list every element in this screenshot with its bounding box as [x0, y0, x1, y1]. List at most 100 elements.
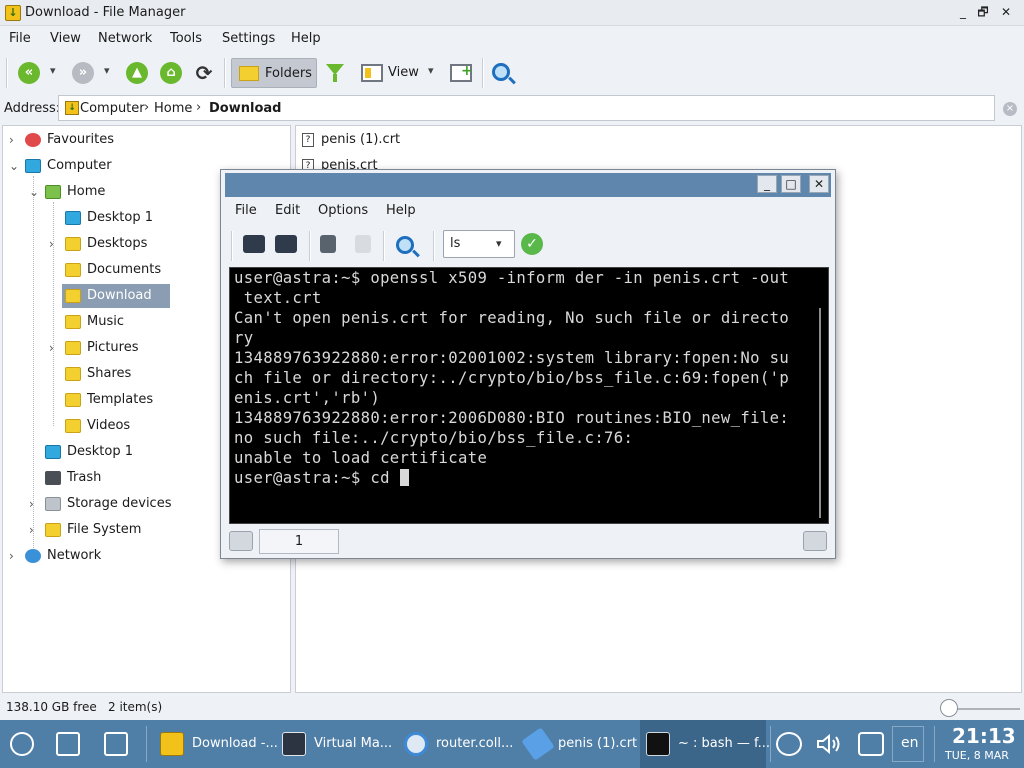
- paste-icon[interactable]: [355, 235, 371, 253]
- terminal-line: text.crt: [234, 289, 322, 307]
- home-folder-icon: [45, 185, 61, 199]
- terminal-line: user@astra:~$ openssl x509 -inform der -…: [234, 269, 790, 287]
- menu-tools[interactable]: Tools: [170, 31, 202, 46]
- close-tab-icon[interactable]: [275, 235, 297, 253]
- address-input[interactable]: ↓ Computer › Home › Download: [58, 95, 995, 121]
- new-tab-icon[interactable]: [243, 235, 265, 253]
- file-manager-app-icon: ↓: [5, 5, 21, 21]
- forward-history-chevron-icon[interactable]: ▾: [104, 64, 110, 77]
- clock-time[interactable]: 21:13: [952, 724, 1016, 748]
- toolbar-separator: [224, 58, 226, 88]
- download-folder-icon: [160, 732, 184, 756]
- documents-folder-icon: [65, 263, 81, 277]
- browser-icon: [404, 732, 428, 756]
- command-select[interactable]: ls ▾: [443, 230, 515, 258]
- terminal-menu-help[interactable]: Help: [386, 203, 416, 218]
- menu-view[interactable]: View: [50, 31, 81, 46]
- screenshot-button[interactable]: [98, 720, 138, 768]
- run-command-icon[interactable]: ✓: [521, 233, 543, 255]
- status-bar: 138.10 GB free 2 item(s): [0, 697, 1024, 719]
- heart-icon: [25, 133, 41, 147]
- search-icon[interactable]: [492, 63, 510, 81]
- show-desktop-button[interactable]: [50, 720, 90, 768]
- clear-address-icon[interactable]: ×: [1003, 102, 1017, 116]
- terminal-line: enis.crt','rb'): [234, 389, 381, 407]
- close-button[interactable]: ✕: [996, 3, 1016, 21]
- toolbar-separator: [231, 231, 233, 261]
- music-folder-icon: [65, 315, 81, 329]
- usb-icon[interactable]: [776, 732, 802, 756]
- item-count: 2 item(s): [108, 700, 163, 714]
- home-icon[interactable]: ⌂: [160, 62, 182, 84]
- terminal-minimize-button[interactable]: _: [757, 175, 777, 193]
- breadcrumb-home[interactable]: Home: [154, 101, 192, 116]
- menu-file[interactable]: File: [9, 31, 31, 46]
- download-folder-icon: [65, 289, 81, 303]
- terminal-screen[interactable]: user@astra:~$ openssl x509 -inform der -…: [229, 267, 829, 524]
- desktop-icon: [45, 445, 61, 459]
- terminal-tab[interactable]: 1: [259, 529, 339, 554]
- task-certificate[interactable]: penis (1).crt: [518, 720, 637, 768]
- terminal-menu-edit[interactable]: Edit: [275, 203, 300, 218]
- task-browser[interactable]: router.coll...: [396, 720, 514, 768]
- maximize-button[interactable]: 🗗: [973, 3, 993, 21]
- shares-folder-icon: [65, 367, 81, 381]
- toolbar-separator: [482, 58, 484, 88]
- certificate-icon: [521, 727, 555, 761]
- find-icon[interactable]: [396, 236, 414, 254]
- task-file-manager[interactable]: Download -...: [152, 720, 278, 768]
- view-chevron-down-icon[interactable]: ▾: [428, 64, 434, 77]
- keyboard-layout-button[interactable]: en: [892, 726, 924, 762]
- terminal-menu-file[interactable]: File: [235, 203, 257, 218]
- tree-item-download[interactable]: Download: [62, 284, 170, 308]
- back-icon[interactable]: «: [18, 62, 40, 84]
- terminal-close-button[interactable]: ✕: [809, 175, 829, 193]
- new-panel-icon[interactable]: [450, 63, 473, 82]
- tree-item-favourites[interactable]: › Favourites: [3, 128, 289, 152]
- task-terminal[interactable]: ~ : bash — f...: [640, 720, 770, 768]
- menu-network[interactable]: Network: [98, 31, 152, 46]
- terminal-title-bar[interactable]: _ □ ✕: [225, 173, 831, 197]
- windows-icon: [56, 732, 80, 756]
- zoom-slider-handle[interactable]: [940, 699, 958, 717]
- clock-date[interactable]: TUE, 8 MAR: [945, 749, 1009, 762]
- task-virtual-machine[interactable]: Virtual Ma...: [274, 720, 392, 768]
- volume-icon[interactable]: [816, 732, 842, 756]
- view-button-label[interactable]: View: [388, 65, 419, 80]
- close-session-icon[interactable]: [803, 531, 827, 551]
- breadcrumb-separator-icon: ›: [144, 100, 150, 115]
- menu-settings[interactable]: Settings: [222, 31, 275, 46]
- storage-icon: [45, 497, 61, 511]
- toolbar: « ▾ » ▾ ▲ ⌂ ⟳ Folders View ▾: [0, 54, 1024, 92]
- file-item[interactable]: ? penis (1).crt: [300, 129, 500, 151]
- minimize-button[interactable]: _: [953, 3, 973, 21]
- menu-help[interactable]: Help: [291, 31, 321, 46]
- terminal-line: unable to load certificate: [234, 449, 488, 467]
- breadcrumb-download[interactable]: Download: [209, 101, 281, 116]
- title-bar: ↓ Download - File Manager _ 🗗 ✕: [0, 0, 1024, 26]
- terminal-maximize-button[interactable]: □: [781, 175, 801, 193]
- start-menu-button[interactable]: [4, 720, 44, 768]
- view-mode-icon[interactable]: [361, 64, 383, 82]
- copy-icon[interactable]: [320, 235, 336, 253]
- breadcrumb-computer[interactable]: Computer: [80, 101, 145, 116]
- terminal-menu-options[interactable]: Options: [318, 203, 368, 218]
- terminal-scrollbar[interactable]: [819, 308, 821, 518]
- unknown-file-icon: ?: [302, 133, 314, 147]
- command-select-value: ls: [450, 236, 461, 251]
- taskbar-divider: [934, 726, 935, 762]
- terminal-line: Can't open penis.crt for reading, No suc…: [234, 309, 790, 327]
- back-history-chevron-icon[interactable]: ▾: [50, 64, 56, 77]
- terminal-line: 134889763922880:error:02001002:system li…: [234, 349, 790, 367]
- desktop-icon: [65, 211, 81, 225]
- new-session-icon[interactable]: [229, 531, 253, 551]
- up-icon[interactable]: ▲: [126, 62, 148, 84]
- taskbar-divider: [770, 726, 771, 762]
- reload-icon[interactable]: ⟳: [193, 62, 215, 84]
- folders-button[interactable]: Folders: [231, 58, 317, 88]
- terminal-line: no such file:../crypto/bio/bss_file.c:76…: [234, 429, 634, 447]
- keyboard-layout-label: en: [901, 735, 919, 751]
- trash-icon: [45, 471, 61, 485]
- network-monitor-icon[interactable]: [858, 732, 884, 756]
- forward-icon[interactable]: »: [72, 62, 94, 84]
